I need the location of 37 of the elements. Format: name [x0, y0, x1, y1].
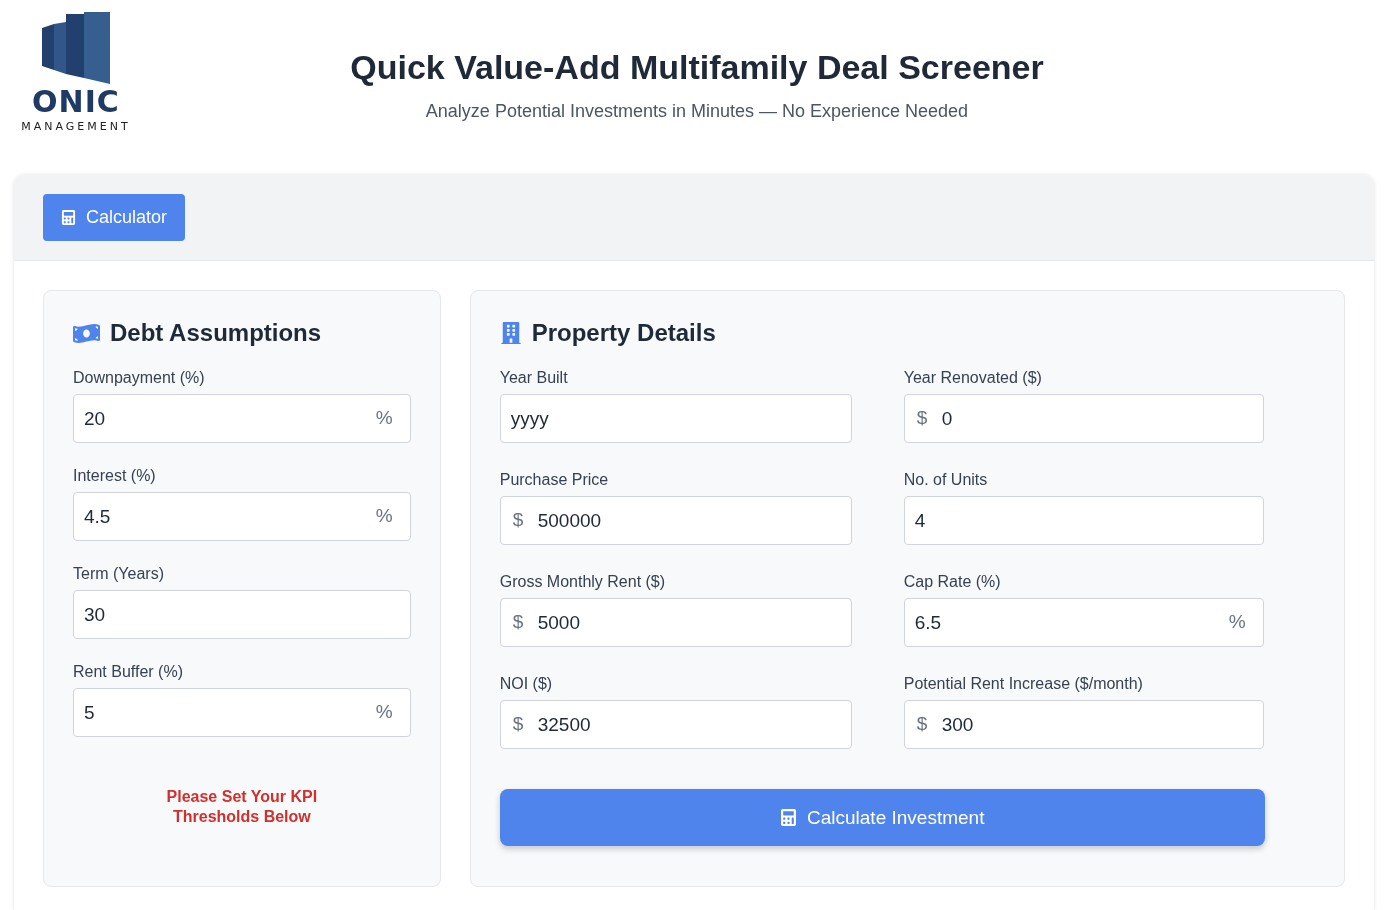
field-label: No. of Units	[903, 471, 989, 489]
field-label: Downpayment (%)	[73, 369, 206, 387]
card-title: Property Details	[531, 319, 716, 347]
field-label: Year Renovated ($)	[903, 369, 1043, 387]
percent-symbol: %	[1228, 612, 1246, 632]
field-label: Term (Years)	[73, 565, 165, 583]
kpi-warning: Please Set Your KPI Thresholds Below	[165, 787, 319, 827]
field-label: Purchase Price	[499, 471, 610, 489]
logo-tagline: MANAGEMENT	[21, 120, 131, 133]
calculate-button[interactable]: Calculate Investment	[499, 789, 1265, 846]
page-title: Quick Value-Add Multifamily Deal Screener	[350, 48, 1044, 87]
percent-symbol: %	[375, 702, 393, 722]
currency-symbol: $	[916, 714, 928, 734]
currency-symbol: $	[512, 612, 524, 632]
logo-name: ONIC	[32, 86, 120, 118]
input-field[interactable]: 30	[73, 590, 411, 639]
calculator-tab[interactable]: Calculator	[43, 194, 186, 241]
field-label: Cap Rate (%)	[903, 573, 1002, 591]
currency-symbol: $	[512, 714, 524, 734]
field-label: NOI ($)	[499, 675, 554, 693]
page-subtitle: Analyze Potential Investments in Minutes — No Experience Needed	[425, 101, 969, 122]
field-label: Potential Rent Increase ($/month)	[903, 675, 1144, 693]
percent-symbol: %	[375, 506, 393, 526]
field-label: Gross Monthly Rent ($)	[499, 573, 667, 591]
currency-symbol: $	[512, 510, 524, 530]
calculator-icon	[61, 210, 76, 225]
field-label: Year Built	[499, 369, 569, 387]
card-title: Debt Assumptions	[110, 319, 322, 347]
buildings-logo-icon	[40, 12, 112, 86]
currency-symbol: $	[916, 408, 928, 428]
field-label: Rent Buffer (%)	[73, 663, 184, 681]
input-field[interactable]: 4	[903, 496, 1264, 545]
field-label: Interest (%)	[73, 467, 157, 485]
percent-symbol: %	[375, 408, 393, 428]
calculator-icon	[780, 809, 797, 826]
building-icon	[499, 322, 522, 344]
input-field[interactable]: yyyy	[499, 394, 852, 443]
